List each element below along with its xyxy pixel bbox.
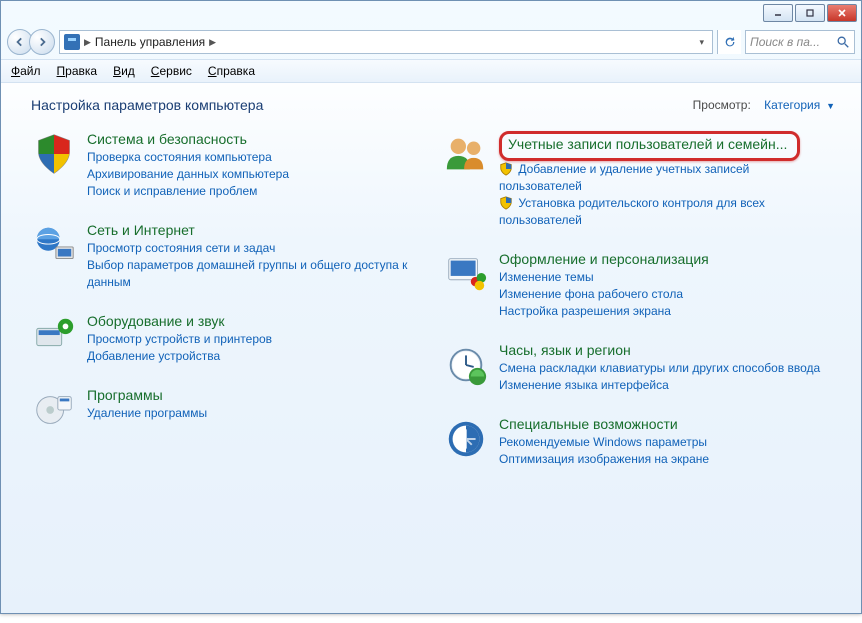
menu-tools[interactable]: Сервис	[151, 64, 192, 78]
content-header: Настройка параметров компьютера Просмотр…	[31, 97, 835, 113]
category-link[interactable]: Просмотр устройств и принтеров	[87, 331, 423, 348]
category-link[interactable]: Изменение фона рабочего стола	[499, 286, 835, 303]
content-pane: Настройка параметров компьютера Просмотр…	[1, 83, 861, 613]
search-input[interactable]: Поиск в па...	[745, 30, 855, 54]
category-link[interactable]: Смена раскладки клавиатуры или других сп…	[499, 360, 835, 377]
category-link[interactable]: Удаление программы	[87, 405, 423, 422]
category-title[interactable]: Специальные возможности	[499, 416, 835, 432]
shield-icon	[499, 162, 513, 176]
view-selector: Просмотр: Категория ▼	[693, 98, 835, 112]
menu-bar: Файл Правка Вид Сервис Справка	[1, 59, 861, 83]
nav-row: ▶ Панель управления ▶ ▾ Поиск в па...	[1, 25, 861, 59]
breadcrumb-sep: ▶	[209, 37, 216, 48]
category-link[interactable]: Настройка разрешения экрана	[499, 303, 835, 320]
category-hardware: Оборудование и звук Просмотр устройств и…	[31, 313, 423, 365]
programs-icon	[31, 387, 77, 433]
nav-arrows	[7, 29, 55, 55]
category-link[interactable]: Просмотр состояния сети и задач	[87, 240, 423, 257]
ease-of-access-icon	[443, 416, 489, 462]
category-access: Специальные возможности Рекомендуемые Wi…	[443, 416, 835, 468]
breadcrumb-dropdown-icon[interactable]: ▾	[695, 37, 708, 48]
titlebar	[1, 1, 861, 25]
window-frame: ▶ Панель управления ▶ ▾ Поиск в па... Фа…	[0, 0, 862, 614]
category-columns: Система и безопасность Проверка состояни…	[31, 131, 835, 490]
category-title[interactable]: Система и безопасность	[87, 131, 423, 147]
category-programs: Программы Удаление программы	[31, 387, 423, 433]
category-link-text: Добавление и удаление учетных записей по…	[499, 162, 749, 193]
category-system: Система и безопасность Проверка состояни…	[31, 131, 423, 200]
network-internet-icon	[31, 222, 77, 268]
system-security-icon	[31, 131, 77, 177]
category-title[interactable]: Программы	[87, 387, 423, 403]
category-title[interactable]: Часы, язык и регион	[499, 342, 835, 358]
category-link[interactable]: Добавление и удаление учетных записей по…	[499, 161, 835, 195]
menu-view[interactable]: Вид	[113, 64, 135, 78]
menu-edit[interactable]: Правка	[57, 64, 98, 78]
menu-help[interactable]: Справка	[208, 64, 255, 78]
category-link[interactable]: Добавление устройства	[87, 348, 423, 365]
breadcrumb-sep: ▶	[84, 37, 91, 48]
control-panel-icon	[64, 34, 80, 50]
breadcrumb[interactable]: ▶ Панель управления ▶ ▾	[59, 30, 713, 54]
category-title[interactable]: Оборудование и звук	[87, 313, 423, 329]
view-label: Просмотр:	[693, 98, 751, 112]
category-link[interactable]: Проверка состояния компьютера	[87, 149, 423, 166]
left-column: Система и безопасность Проверка состояни…	[31, 131, 423, 490]
page-title: Настройка параметров компьютера	[31, 97, 263, 113]
category-title[interactable]: Учетные записи пользователей и семейн...	[508, 136, 787, 152]
clock-region-icon	[443, 342, 489, 388]
shield-icon	[499, 196, 513, 210]
category-link[interactable]: Рекомендуемые Windows параметры	[499, 434, 835, 451]
category-title[interactable]: Сеть и Интернет	[87, 222, 423, 238]
category-link[interactable]: Выбор параметров домашней группы и общег…	[87, 257, 423, 291]
highlighted-category: Учетные записи пользователей и семейн...	[499, 131, 800, 161]
minimize-button[interactable]	[763, 4, 793, 22]
search-placeholder: Поиск в па...	[750, 35, 820, 49]
category-users: Учетные записи пользователей и семейн...…	[443, 131, 835, 229]
right-column: Учетные записи пользователей и семейн...…	[443, 131, 835, 490]
user-accounts-icon	[443, 131, 489, 177]
refresh-button[interactable]	[717, 30, 741, 54]
breadcrumb-root[interactable]: Панель управления	[91, 35, 209, 49]
maximize-button[interactable]	[795, 4, 825, 22]
category-link[interactable]: Поиск и исправление проблем	[87, 183, 423, 200]
category-link[interactable]: Архивирование данных компьютера	[87, 166, 423, 183]
category-appearance: Оформление и персонализация Изменение те…	[443, 251, 835, 320]
category-title[interactable]: Оформление и персонализация	[499, 251, 835, 267]
menu-file[interactable]: Файл	[11, 64, 41, 78]
category-clock: Часы, язык и регион Смена раскладки клав…	[443, 342, 835, 394]
close-button[interactable]	[827, 4, 857, 22]
view-value[interactable]: Категория	[764, 98, 820, 112]
appearance-icon	[443, 251, 489, 297]
forward-button[interactable]	[29, 29, 55, 55]
category-network: Сеть и Интернет Просмотр состояния сети …	[31, 222, 423, 291]
category-link[interactable]: Изменение темы	[499, 269, 835, 286]
category-link-text: Установка родительского контроля для все…	[499, 196, 765, 227]
search-icon	[836, 35, 850, 52]
category-link[interactable]: Изменение языка интерфейса	[499, 377, 835, 394]
category-link[interactable]: Установка родительского контроля для все…	[499, 195, 835, 229]
chevron-down-icon[interactable]: ▼	[824, 101, 835, 111]
category-link[interactable]: Оптимизация изображения на экране	[499, 451, 835, 468]
hardware-sound-icon	[31, 313, 77, 359]
